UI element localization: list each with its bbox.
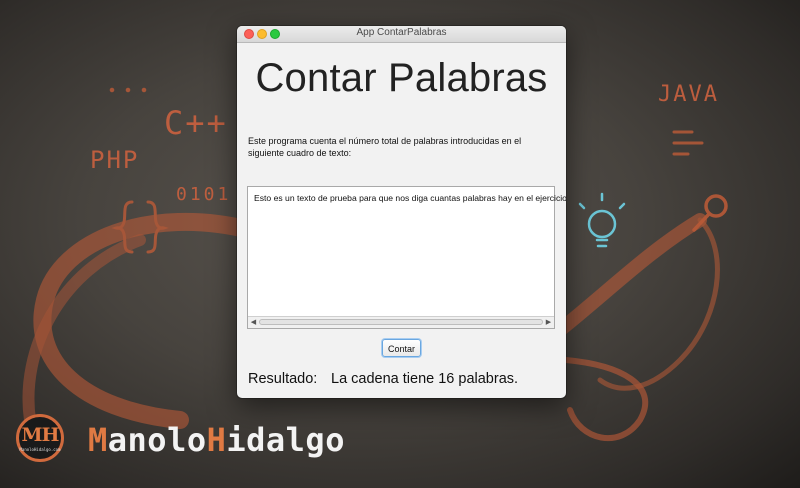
result-value: La cadena tiene 16 palabras. (331, 371, 519, 387)
page-title: Contar Palabras (255, 56, 548, 100)
description-text: Este programa cuenta el número total de … (248, 136, 522, 158)
brand-name: ManoloHidalgo (88, 421, 345, 459)
logo-initials: MH (21, 424, 60, 446)
title-bar[interactable]: App ContarPalabras (237, 26, 566, 43)
window-title: App ContarPalabras (356, 27, 447, 38)
brand-last-rest: idalgo (226, 421, 345, 459)
scroll-right-arrow-icon[interactable]: ▶ (543, 317, 554, 328)
cpp-doodle: C++ (164, 104, 228, 142)
brand-first-rest: anolo (107, 421, 207, 459)
php-doodle: PHP (90, 146, 140, 174)
scroll-left-arrow-icon[interactable]: ◀ (248, 317, 259, 328)
brand-last-initial: H (206, 421, 227, 459)
count-button[interactable]: Contar (382, 339, 421, 357)
binary-doodle: 0101 (176, 184, 232, 205)
text-input-value[interactable]: Esto es un texto de prueba para que nos … (254, 193, 566, 203)
text-input-area[interactable]: Esto es un texto de prueba para que nos … (247, 186, 566, 329)
brand-logo: MH ManoloHidalgo.com (16, 414, 64, 462)
scrollbar-thumb[interactable] (259, 319, 543, 325)
java-doodle: JAVA (658, 82, 719, 107)
logo-subtext: ManoloHidalgo.com (19, 447, 61, 452)
app-window: App ContarPalabras Contar Palabras Este … (237, 26, 566, 398)
horizontal-scrollbar[interactable]: ◀ ▶ (248, 316, 554, 328)
result-label: Resultado: (248, 371, 318, 387)
brand-first-initial: M (88, 421, 108, 459)
